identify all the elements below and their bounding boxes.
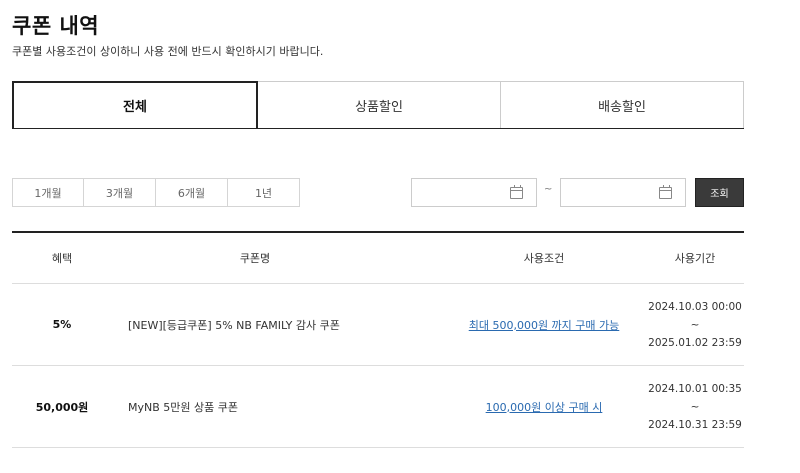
coupon-condition-link[interactable]: 최대 500,000원 까지 구매 가능	[469, 319, 620, 332]
coupon-name: MyNB 5만원 상품 쿠폰	[128, 400, 238, 414]
coupon-condition-cell: 최대 500,000원 까지 구매 가능	[442, 317, 646, 333]
period-end: 2025.01.02 23:59	[648, 336, 742, 349]
period-3-months-button[interactable]: 3개월	[83, 178, 156, 207]
page-description: 쿠폰별 사용조건이 상이하니 사용 전에 반드시 확인하시기 바랍니다.	[12, 45, 324, 58]
tab-all[interactable]: 전체	[12, 81, 258, 128]
search-button[interactable]: 조회	[695, 178, 744, 207]
header-condition: 사용조건	[523, 252, 565, 265]
coupon-tabs: 전체 상품할인 배송할인	[12, 81, 744, 129]
coupon-benefit: 50,000원	[35, 400, 89, 414]
period-6-months-button[interactable]: 6개월	[155, 178, 228, 207]
coupon-condition-link[interactable]: 100,000원 이상 구매 시	[486, 401, 603, 414]
table-header: 혜택 쿠폰명 사용조건 사용기간	[12, 233, 744, 284]
start-date-input[interactable]	[411, 178, 537, 207]
table-row: 5% [NEW][등급쿠폰] 5% NB FAMILY 감사 쿠폰 최대 500…	[12, 284, 744, 366]
tab-product-discount[interactable]: 상품할인	[258, 81, 501, 128]
tab-shipping-discount[interactable]: 배송할인	[501, 81, 744, 128]
header-benefit: 혜택	[51, 252, 73, 265]
page-title: 쿠폰 내역	[12, 14, 100, 38]
coupon-table: 혜택 쿠폰명 사용조건 사용기간 5% [NEW][등급쿠폰] 5% NB FA…	[12, 231, 744, 448]
period-start: 2024.10.01 00:35 ~	[648, 382, 742, 413]
period-start: 2024.10.03 00:00 ~	[648, 300, 742, 331]
period-1-month-button[interactable]: 1개월	[12, 178, 84, 207]
date-range-separator: ~	[544, 184, 553, 195]
header-period: 사용기간	[674, 252, 716, 265]
calendar-icon[interactable]	[510, 185, 523, 199]
period-1-year-button[interactable]: 1년	[227, 178, 300, 207]
header-coupon-name: 쿠폰명	[239, 252, 271, 265]
coupon-period: 2024.10.03 00:00 ~ 2025.01.02 23:59	[646, 298, 744, 352]
calendar-icon[interactable]	[659, 185, 672, 199]
period-end: 2024.10.31 23:59	[648, 418, 742, 431]
coupon-name: [NEW][등급쿠폰] 5% NB FAMILY 감사 쿠폰	[128, 318, 340, 332]
period-filter: 1개월 3개월 6개월 1년	[12, 178, 300, 207]
coupon-period: 2024.10.01 00:35 ~ 2024.10.31 23:59	[646, 380, 744, 434]
coupon-condition-cell: 100,000원 이상 구매 시	[442, 399, 646, 415]
coupon-benefit: 5%	[52, 318, 72, 331]
table-row: 50,000원 MyNB 5만원 상품 쿠폰 100,000원 이상 구매 시 …	[12, 366, 744, 448]
end-date-input[interactable]	[560, 178, 686, 207]
